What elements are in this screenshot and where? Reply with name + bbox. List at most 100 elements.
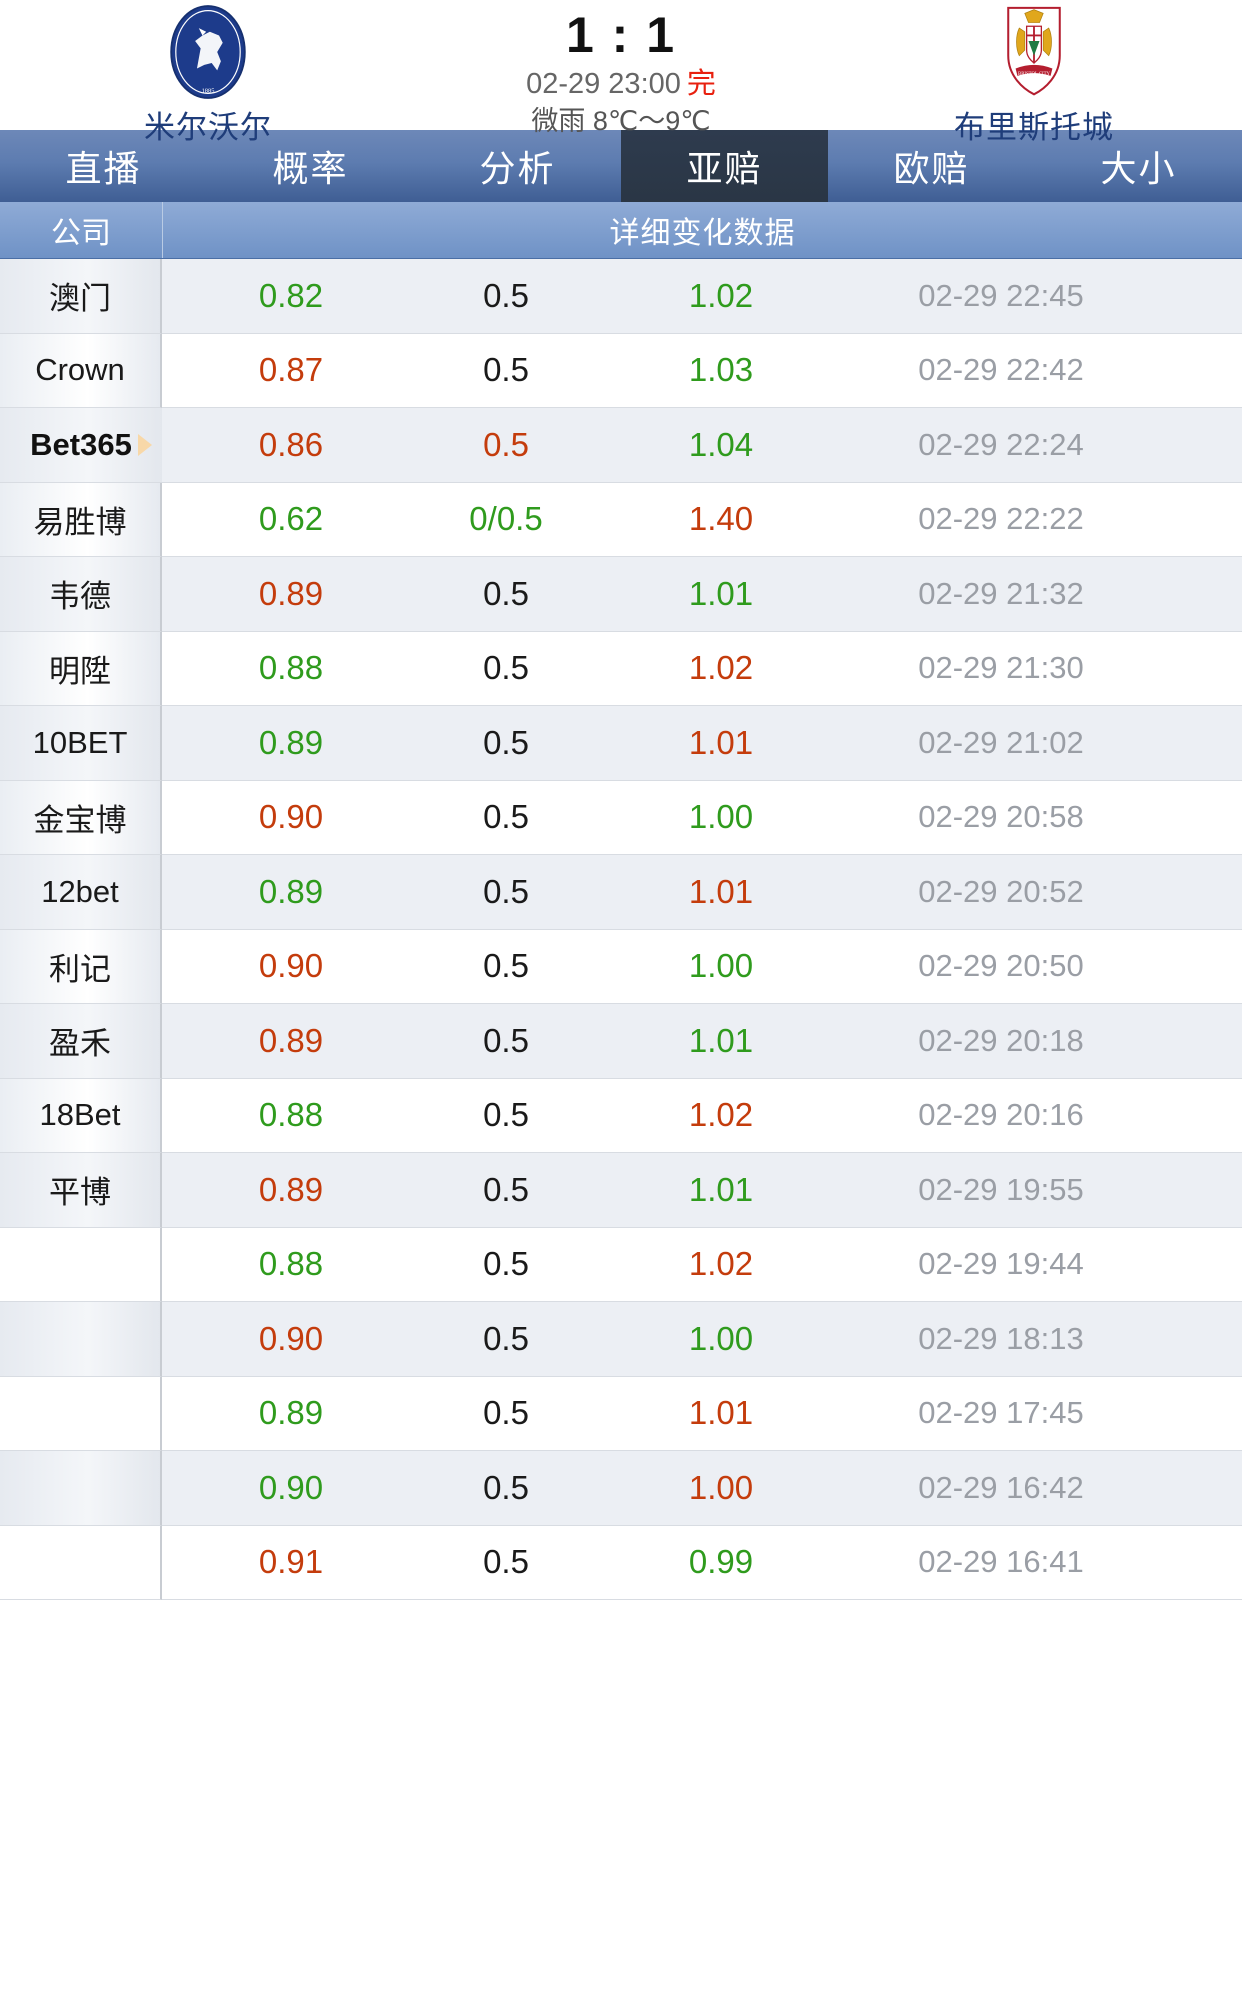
home-odds-cell: 0.90 [258, 947, 324, 985]
away-odds-cell: 1.01 [688, 872, 754, 910]
company-cell[interactable] [0, 1302, 162, 1377]
odds-data-cells: 0.62 0/0.5 1.40 02-29 22:22 [162, 483, 1242, 557]
away-odds-cell: 1.02 [688, 1245, 754, 1283]
company-cell[interactable]: 金宝博 [0, 780, 162, 855]
company-name: 韦德 [49, 579, 111, 615]
away-odds-cell: 1.01 [688, 574, 754, 612]
timestamp-cell: 02-29 19:55 [918, 1171, 1084, 1207]
company-cell[interactable]: 利记 [0, 929, 162, 1004]
handicap-cell: 0.5 [483, 1021, 529, 1059]
company-cell[interactable]: 明陞 [0, 631, 162, 706]
bristol-city-crest-icon: BRISTOL CITY [1007, 6, 1061, 96]
odds-data-cells: 0.89 0.5 1.01 02-29 19:55 [162, 1153, 1242, 1228]
table-row[interactable]: 易胜博 0.62 0/0.5 1.40 02-29 22:22 [0, 482, 1242, 557]
tab-label: 直播 [65, 148, 142, 189]
timestamp-cell: 02-29 22:45 [918, 277, 1084, 313]
table-row[interactable]: 澳门 0.82 0.5 1.02 02-29 22:45 [0, 259, 1242, 334]
company-name: 利记 [49, 951, 111, 987]
home-odds-cell: 0.89 [258, 1021, 324, 1059]
table-row[interactable]: Crown 0.87 0.5 1.03 02-29 22:42 [0, 333, 1242, 408]
away-odds-cell: 1.00 [688, 947, 754, 985]
home-odds-cell: 0.89 [258, 723, 324, 761]
tab-label: 概率 [272, 148, 349, 189]
away-odds-cell: 1.02 [688, 1096, 754, 1134]
company-cell[interactable]: 盈禾 [0, 1004, 162, 1079]
table-row[interactable]: 18Bet 0.88 0.5 1.02 02-29 20:16 [0, 1078, 1242, 1153]
away-odds-cell: 1.01 [688, 1170, 754, 1208]
score-block: 1 : 1 02-29 23:00 完 微雨 8℃～9℃ [411, 6, 831, 138]
table-row[interactable]: 0.88 0.5 1.02 02-29 19:44 [0, 1227, 1242, 1302]
handicap-cell: 0.5 [483, 947, 529, 985]
tab-label: 分析 [479, 148, 556, 189]
home-odds-cell: 0.88 [258, 1245, 324, 1283]
table-row[interactable]: 0.91 0.5 0.99 02-29 16:41 [0, 1525, 1242, 1600]
odds-data-cells: 0.89 0.5 1.01 02-29 21:02 [162, 706, 1242, 781]
table-row[interactable]: 平博 0.89 0.5 1.01 02-29 19:55 [0, 1153, 1242, 1228]
table-row[interactable]: 10BET 0.89 0.5 1.01 02-29 21:02 [0, 706, 1242, 781]
home-odds-cell: 0.89 [258, 574, 324, 612]
handicap-cell: 0.5 [483, 723, 529, 761]
timestamp-cell: 02-29 18:13 [918, 1320, 1084, 1356]
company-cell[interactable] [0, 1227, 162, 1302]
company-cell[interactable]: 韦德 [0, 557, 162, 632]
handicap-cell: 0/0.5 [469, 500, 543, 538]
company-name: 12bet [41, 873, 119, 909]
odds-table: 澳门 0.82 0.5 1.02 02-29 22:45 Crown 0.87 0.5 1.03… [0, 259, 1242, 1600]
table-row[interactable]: 12bet 0.89 0.5 1.01 02-29 20:52 [0, 855, 1242, 930]
table-row[interactable]: 盈禾 0.89 0.5 1.01 02-29 20:18 [0, 1004, 1242, 1079]
home-odds-cell: 0.89 [258, 1170, 324, 1208]
handicap-cell: 0.5 [483, 872, 529, 910]
tab-4[interactable]: 亚赔 [621, 130, 828, 202]
svg-text:1885: 1885 [202, 87, 215, 94]
timestamp-cell: 02-29 20:58 [918, 799, 1084, 835]
timestamp-cell: 02-29 22:24 [918, 426, 1084, 462]
table-row[interactable]: 0.90 0.5 1.00 02-29 16:42 [0, 1451, 1242, 1526]
odds-data-cells: 0.90 0.5 1.00 02-29 20:58 [162, 781, 1242, 855]
table-row[interactable]: 韦德 0.89 0.5 1.01 02-29 21:32 [0, 557, 1242, 632]
company-cell[interactable] [0, 1376, 162, 1451]
company-name: 明陞 [49, 653, 111, 689]
away-odds-cell: 1.01 [688, 1394, 754, 1432]
timestamp-cell: 02-29 17:45 [918, 1395, 1084, 1431]
odds-data-cells: 0.88 0.5 1.02 02-29 20:16 [162, 1079, 1242, 1153]
company-cell[interactable]: Crown [0, 333, 162, 408]
company-cell[interactable]: 10BET [0, 706, 162, 781]
table-row[interactable]: 0.90 0.5 1.00 02-29 18:13 [0, 1302, 1242, 1377]
company-cell[interactable]: Bet365 [0, 408, 162, 483]
timestamp-cell: 02-29 16:41 [918, 1544, 1084, 1580]
home-team[interactable]: 1885 米尔沃尔 [28, 0, 388, 147]
away-odds-cell: 0.99 [688, 1543, 754, 1581]
company-cell[interactable]: 易胜博 [0, 482, 162, 557]
table-row[interactable]: 金宝博 0.90 0.5 1.00 02-29 20:58 [0, 780, 1242, 855]
company-name: Bet365 [30, 426, 132, 462]
handicap-cell: 0.5 [483, 1468, 529, 1506]
table-row[interactable]: Bet365 0.86 0.5 1.04 02-29 22:24 [0, 408, 1242, 483]
home-odds-cell: 0.87 [258, 351, 324, 389]
column-header-company: 公司 [0, 202, 163, 258]
table-row[interactable]: 0.89 0.5 1.01 02-29 17:45 [0, 1376, 1242, 1451]
table-row[interactable]: 明陞 0.88 0.5 1.02 02-29 21:30 [0, 631, 1242, 706]
company-cell[interactable]: 平博 [0, 1153, 162, 1228]
timestamp-cell: 02-29 21:02 [918, 724, 1084, 760]
away-team[interactable]: BRISTOL CITY 布里斯托城 [854, 0, 1214, 147]
away-odds-cell: 1.01 [688, 1021, 754, 1059]
away-odds-cell: 1.02 [688, 276, 754, 314]
handicap-cell: 0.5 [483, 1394, 529, 1432]
company-cell[interactable]: 澳门 [0, 259, 162, 334]
away-team-name: 布里斯托城 [954, 110, 1114, 145]
handicap-cell: 0.5 [483, 798, 529, 836]
chevron-right-icon [138, 433, 152, 456]
company-cell[interactable]: 18Bet [0, 1078, 162, 1153]
handicap-cell: 0.5 [483, 574, 529, 612]
tab-3[interactable]: 分析 [414, 130, 621, 202]
company-cell[interactable] [0, 1451, 162, 1526]
match-header: 1885 米尔沃尔 1 : 1 02-29 23:00 完 微雨 8℃～9℃ B… [0, 0, 1242, 145]
company-cell[interactable]: 12bet [0, 855, 162, 930]
odds-data-cells: 0.89 0.5 1.01 02-29 20:18 [162, 1004, 1242, 1079]
table-row[interactable]: 利记 0.90 0.5 1.00 02-29 20:50 [0, 929, 1242, 1004]
company-cell[interactable] [0, 1525, 162, 1600]
home-odds-cell: 0.82 [258, 276, 324, 314]
handicap-cell: 0.5 [483, 1543, 529, 1581]
handicap-cell: 0.5 [483, 649, 529, 687]
timestamp-cell: 02-29 22:42 [918, 352, 1084, 388]
